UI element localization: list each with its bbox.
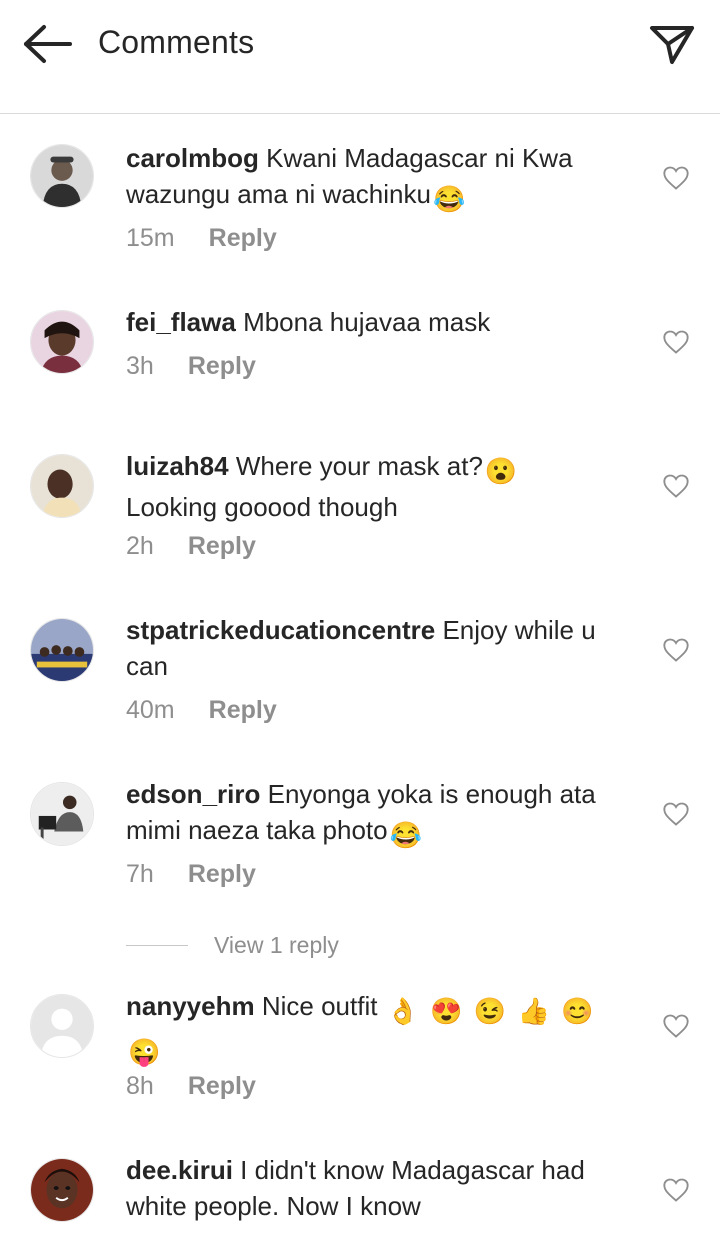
comment-meta: 7h Reply <box>126 860 256 889</box>
comment-meta: 8h Reply <box>126 1072 256 1101</box>
reply-button[interactable]: Reply <box>209 224 277 253</box>
comment-text: carolmbog Kwani Madagascar ni Kwa wazung… <box>126 140 626 217</box>
comment-body: Nice outfit <box>261 991 378 1021</box>
default-avatar-icon <box>31 995 93 1057</box>
divider-line <box>126 945 188 946</box>
emoji-blush: 😊 <box>561 996 594 1026</box>
heart-icon[interactable] <box>662 1176 690 1204</box>
header-bar: Comments <box>0 0 720 114</box>
comment-text: nanyyehm Nice outfit 👌 😍 😉 👍 😊 😜 <box>126 988 626 1070</box>
reply-button[interactable]: Reply <box>209 696 277 725</box>
comment-username[interactable]: luizah84 <box>126 451 229 481</box>
reply-button[interactable]: Reply <box>188 532 256 561</box>
avatar-photo <box>31 455 93 517</box>
comment-body-line2: Looking gooood though <box>126 492 398 522</box>
reply-button[interactable]: Reply <box>188 1072 256 1101</box>
comment-time: 7h <box>126 860 154 888</box>
comment-meta: 15m Reply <box>126 224 277 253</box>
heart-icon[interactable] <box>662 636 690 664</box>
arrow-left-icon <box>24 25 72 63</box>
comment-body: Where your mask at? <box>235 451 483 481</box>
avatar-photo <box>31 783 93 845</box>
comment-text: luizah84 Where your mask at?😮 Looking go… <box>126 448 626 525</box>
avatar[interactable] <box>30 994 94 1058</box>
avatar[interactable] <box>30 454 94 518</box>
heart-icon[interactable] <box>662 328 690 356</box>
heart-icon[interactable] <box>662 1012 690 1040</box>
emoji-ok-hand: 👌 <box>386 996 420 1026</box>
emoji-heart-eyes: 😍 <box>430 996 463 1026</box>
comment-username[interactable]: carolmbog <box>126 143 259 173</box>
avatar[interactable] <box>30 310 94 374</box>
comment-text: dee.kirui I didn't know Madagascar had w… <box>126 1152 626 1224</box>
comment-text: stpatrickeducationcentre Enjoy while u c… <box>126 612 626 684</box>
heart-icon[interactable] <box>662 800 690 828</box>
comment-time: 8h <box>126 1072 154 1100</box>
emoji-tears-of-joy: 😂 <box>389 820 422 850</box>
avatar[interactable] <box>30 782 94 846</box>
avatar[interactable] <box>30 1158 94 1222</box>
reply-button[interactable]: Reply <box>188 352 256 381</box>
comment-username[interactable]: edson_riro <box>126 779 260 809</box>
avatar-photo <box>31 311 93 373</box>
comment-username[interactable]: fei_flawa <box>126 307 236 337</box>
comment-time: 3h <box>126 352 154 380</box>
comment-username[interactable]: stpatrickeducationcentre <box>126 615 435 645</box>
heart-icon[interactable] <box>662 472 690 500</box>
comment-time: 15m <box>126 224 175 252</box>
comment-meta: 3h Reply <box>126 352 256 381</box>
avatar-photo <box>31 1159 93 1221</box>
comment-username[interactable]: nanyyehm <box>126 991 255 1021</box>
avatar-photo <box>31 619 93 681</box>
heart-icon[interactable] <box>662 164 690 192</box>
comment-time: 2h <box>126 532 154 560</box>
view-replies-label: View 1 reply <box>214 932 339 958</box>
emoji-astonished: 😮 <box>484 456 518 486</box>
comment-meta: 40m Reply <box>126 696 277 725</box>
comment-meta: 2h Reply <box>126 532 256 561</box>
avatar-photo <box>31 145 93 207</box>
comment-text: fei_flawa Mbona hujavaa mask <box>126 304 626 340</box>
back-button[interactable] <box>22 22 74 66</box>
comment-time: 40m <box>126 696 175 724</box>
paper-plane-icon <box>650 26 694 64</box>
comment-text: edson_riro Enyonga yoka is enough ata mi… <box>126 776 626 853</box>
emoji-thumbs-up: 👍 <box>517 996 550 1026</box>
view-replies-button[interactable]: View 1 reply <box>126 932 339 959</box>
page-title: Comments <box>98 24 255 60</box>
avatar[interactable] <box>30 618 94 682</box>
emoji-tears-of-joy: 😂 <box>432 184 466 214</box>
emoji-wink: 😉 <box>473 996 507 1026</box>
comment-username[interactable]: dee.kirui <box>126 1155 233 1185</box>
avatar[interactable] <box>30 144 94 208</box>
reply-button[interactable]: Reply <box>188 860 256 889</box>
comment-body: Mbona hujavaa mask <box>243 307 491 337</box>
share-button[interactable] <box>648 20 696 68</box>
emoji-tongue-wink: 😜 <box>128 1037 161 1067</box>
